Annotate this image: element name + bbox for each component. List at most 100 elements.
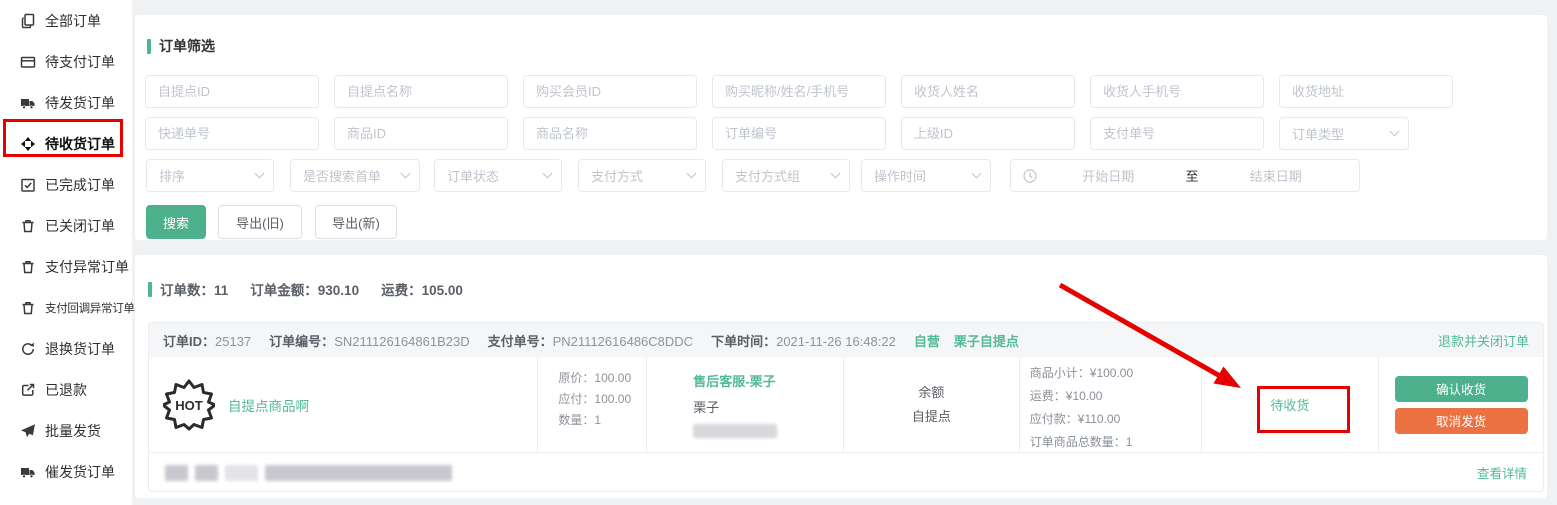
order-time-label: 下单时间：	[711, 334, 776, 349]
order-status-select-label: 订单状态	[447, 166, 499, 185]
order-sn-label: 订单编号：	[269, 334, 334, 349]
self-operated-tag: 自营	[914, 331, 940, 350]
sidebar-item-label: 全部订单	[45, 11, 101, 31]
sidebar-item-callback-error[interactable]: 支付回调异常订单	[0, 287, 132, 328]
sidebar-item-pending-ship[interactable]: 待发货订单	[0, 82, 132, 123]
sidebar-item-refunded[interactable]: 已退款	[0, 369, 132, 410]
sidebar-item-returns[interactable]: 退换货订单	[0, 328, 132, 369]
after-sale-service-link[interactable]: 售后客服-栗子	[693, 371, 843, 390]
sidebar-item-batch-ship[interactable]: 批量发货	[0, 410, 132, 451]
chevron-down-icon	[972, 169, 982, 179]
date-start-placeholder: 开始日期	[1037, 166, 1180, 185]
sidebar-item-label: 退换货订单	[45, 339, 115, 359]
chevron-down-icon	[831, 169, 841, 179]
total-quantity: 订单商品总数量：1	[1030, 431, 1201, 454]
order-time-field: 下单时间：2021-11-26 16:48:22	[711, 331, 896, 350]
buyer-member-id-input[interactable]	[523, 75, 697, 108]
chevron-down-icon	[401, 169, 411, 179]
product-id-input[interactable]	[334, 117, 508, 150]
pickup-id-input[interactable]	[145, 75, 319, 108]
sidebar-item-label: 待支付订单	[45, 52, 115, 72]
sort-select-label: 排序	[159, 166, 185, 185]
urge-ship-icon	[19, 463, 36, 480]
tracking-no-input[interactable]	[145, 117, 319, 150]
chevron-down-icon	[543, 169, 553, 179]
sidebar-item-pending-receive[interactable]: 待收货订单	[0, 123, 132, 164]
pay-method-select[interactable]: 支付方式	[578, 159, 706, 192]
pay-no-input[interactable]	[1090, 117, 1264, 150]
amount-payable: 应付款：¥110.00	[1030, 408, 1201, 431]
quantity: 数量：1	[558, 410, 646, 431]
sort-select[interactable]: 排序	[146, 159, 274, 192]
sidebar-item-all-orders[interactable]: 全部订单	[0, 0, 132, 41]
return-orders-icon	[19, 340, 36, 357]
sidebar-item-label: 催发货订单	[45, 462, 115, 482]
receiver-name-input[interactable]	[901, 75, 1075, 108]
summary-shipping-fee: 运费：105.00	[381, 279, 463, 299]
date-range-picker[interactable]: 开始日期 至 结束日期	[1010, 159, 1360, 192]
view-detail-link[interactable]: 查看详情	[1477, 463, 1527, 482]
first-order-select[interactable]: 是否搜索首单	[290, 159, 420, 192]
receiver-address-input[interactable]	[1279, 75, 1453, 108]
filter-title-text: 订单筛选	[159, 36, 215, 56]
product-name-input[interactable]	[523, 117, 697, 150]
first-order-select-label: 是否搜索首单	[303, 166, 381, 185]
sidebar-item-label: 批量发货	[45, 421, 101, 441]
order-status-select[interactable]: 订单状态	[434, 159, 562, 192]
sidebar-item-label: 已退款	[45, 380, 87, 400]
export-new-button[interactable]: 导出(新)	[315, 205, 397, 239]
order-id-field: 订单ID：25137	[163, 331, 251, 350]
sidebar-item-payment-error[interactable]: 支付异常订单	[0, 246, 132, 287]
pending-receive-icon	[19, 135, 36, 152]
operate-time-select-label: 操作时间	[874, 166, 926, 185]
sidebar-item-label: 待收货订单	[45, 134, 115, 154]
customer-name: 栗子	[693, 397, 843, 416]
order-id-value: 25137	[215, 334, 251, 349]
payment-error-icon	[19, 258, 36, 275]
pending-ship-icon	[19, 94, 36, 111]
receiver-phone-input[interactable]	[1090, 75, 1264, 108]
order-no-input[interactable]	[712, 117, 886, 150]
sidebar-item-urge-ship[interactable]: 催发货订单	[0, 451, 132, 492]
pickup-name-input[interactable]	[334, 75, 508, 108]
order-time-value: 2021-11-26 16:48:22	[776, 334, 896, 349]
export-old-button[interactable]: 导出(旧)	[218, 205, 302, 239]
cancel-ship-button[interactable]: 取消发货	[1395, 408, 1528, 434]
hot-badge-text: HOT	[175, 398, 203, 413]
summary-order-amount: 订单金额：930.10	[250, 279, 359, 299]
order-sn-value: SN211126164861B23D	[334, 334, 469, 349]
confirm-receipt-button[interactable]: 确认收货	[1395, 376, 1528, 402]
operate-time-select[interactable]: 操作时间	[861, 159, 991, 192]
date-separator: 至	[1180, 166, 1205, 185]
order-sidebar: 全部订单 待支付订单 待发货订单 待收货订单 已完成订单 已关闭订单	[0, 0, 132, 505]
refund-close-link[interactable]: 退款并关闭订单	[1438, 331, 1529, 350]
address-blurred	[165, 465, 452, 481]
pay-method-group-select[interactable]: 支付方式组	[722, 159, 850, 192]
green-accent-bar	[147, 39, 151, 54]
order-filter-panel: 订单筛选 订单类型 排序 是否搜索首单 订单状态 支付方式 支付方式组 操作时间…	[135, 15, 1547, 240]
order-list-panel: 订单数：11 订单金额：930.10 运费：105.00 订单ID：25137 …	[135, 255, 1547, 498]
batch-ship-icon	[19, 422, 36, 439]
original-price: 原价：100.00	[558, 368, 646, 389]
orders-all-icon	[19, 12, 36, 29]
sidebar-item-pending-payment[interactable]: 待支付订单	[0, 41, 132, 82]
buyer-nickname-input[interactable]	[712, 75, 886, 108]
sidebar-item-completed[interactable]: 已完成订单	[0, 164, 132, 205]
actions-cell: 确认收货 取消发货	[1379, 357, 1543, 452]
order-type-select[interactable]: 订单类型	[1279, 117, 1409, 150]
refunded-icon	[19, 381, 36, 398]
clock-icon	[1023, 169, 1037, 183]
pay-sn-field: 支付单号：PN21112616486C8DDC	[488, 331, 693, 350]
order-footer: 查看详情	[149, 452, 1543, 492]
order-id-label: 订单ID：	[163, 334, 215, 349]
search-button[interactable]: 搜索	[146, 205, 206, 239]
product-name-link[interactable]: 自提点商品啊	[228, 395, 309, 415]
customer-phone-blurred	[693, 424, 777, 438]
sidebar-item-closed[interactable]: 已关闭订单	[0, 205, 132, 246]
order-row: 订单ID：25137 订单编号：SN211126164861B23D 支付单号：…	[148, 322, 1544, 492]
callback-error-icon	[19, 299, 36, 316]
sidebar-item-label: 待发货订单	[45, 93, 115, 113]
sidebar-item-label: 支付异常订单	[45, 257, 129, 277]
parent-id-input[interactable]	[901, 117, 1075, 150]
sidebar-item-label: 已关闭订单	[45, 216, 115, 236]
